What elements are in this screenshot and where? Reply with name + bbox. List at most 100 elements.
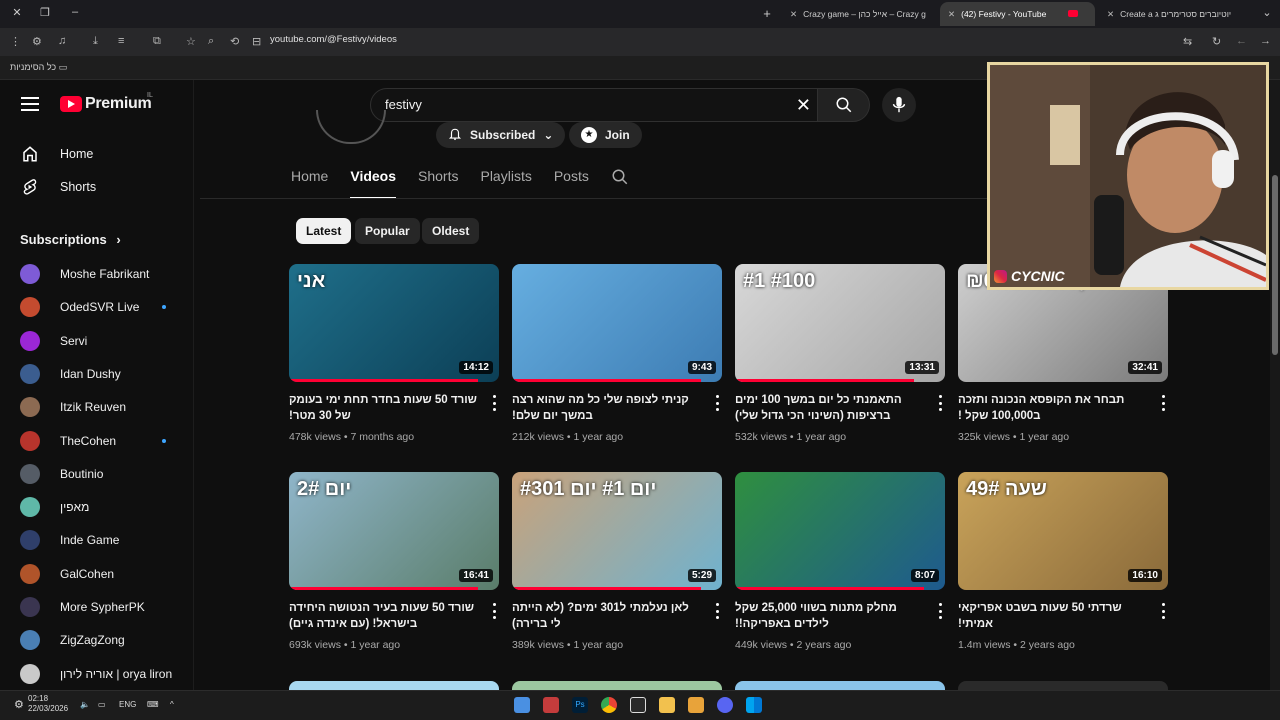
- download-icon[interactable]: ⤓: [93, 35, 98, 48]
- minimize-window-icon[interactable]: –: [66, 6, 84, 22]
- more-options-icon[interactable]: [712, 603, 722, 619]
- collections-icon[interactable]: ≡: [118, 35, 124, 47]
- close-tab-icon[interactable]: ✕: [1107, 2, 1114, 26]
- sidebar-subscription-item[interactable]: GalCohen: [20, 562, 180, 586]
- sidebar-item-home[interactable]: Home: [20, 142, 93, 166]
- sidebar-subscription-item[interactable]: Boutinio: [20, 462, 180, 486]
- extensions-puzzle-icon[interactable]: ⧉: [153, 35, 161, 48]
- video-card[interactable]: #301 יום #1 יום 5:29 לאן נעלמתי ל301 ימים?…: [512, 472, 722, 651]
- sidebar-subscription-item[interactable]: More SypherPK: [20, 595, 180, 619]
- youtube-premium-logo[interactable]: Premium IL: [60, 92, 153, 113]
- more-options-icon[interactable]: [489, 603, 499, 619]
- tab-crazy-game[interactable]: ✕ Crazy game – אייל כהן – Crazy g: [782, 2, 932, 26]
- subscribed-button[interactable]: Subscribed ⌄: [436, 122, 566, 148]
- sidebar-subscription-item[interactable]: OdedSVR Live: [20, 295, 180, 319]
- tab-youtube[interactable]: ✕ (42) Festivy - YouTube: [940, 2, 1095, 26]
- video-title[interactable]: קניתי לצופה שלי כל מה שהוא רצה במשך יום …: [512, 392, 702, 424]
- back-icon[interactable]: →: [1260, 35, 1271, 47]
- tray-chevron-icon[interactable]: ^: [170, 700, 174, 709]
- more-options-icon[interactable]: [1158, 395, 1168, 411]
- video-title[interactable]: תבחר את הקופסא הנכונה ותזכה ב100,000 שקל…: [958, 392, 1148, 424]
- video-title[interactable]: שורד 50 שעות בחדר תחת ימי בעומק של 30 מט…: [289, 392, 479, 424]
- video-card[interactable]: #1 #100 13:31 התאמנתי כל יום במשך 100 ימים…: [735, 264, 945, 443]
- join-button[interactable]: ★ Join: [569, 122, 642, 148]
- tab-list-chevron-icon[interactable]: ⌄: [1258, 6, 1276, 22]
- sidebar-subscription-item[interactable]: Servi: [20, 329, 180, 353]
- file-explorer-app-icon[interactable]: [659, 697, 675, 713]
- video-card[interactable]: יום 2# 16:41 שורד 50 שעות בעיר הנטושה היחי…: [289, 472, 499, 651]
- restore-window-icon[interactable]: ❐: [36, 6, 54, 22]
- tab-posts[interactable]: Posts: [554, 168, 589, 199]
- sidebar-subscription-item[interactable]: Moshe Fabrikant: [20, 262, 180, 286]
- sidebar-subscription-item[interactable]: Idan Dushy: [20, 362, 180, 386]
- notepad-app-icon[interactable]: [514, 697, 530, 713]
- tab-videos[interactable]: Videos: [350, 168, 397, 199]
- video-thumbnail[interactable]: יום 2# 16:41: [289, 472, 499, 590]
- more-options-icon[interactable]: [935, 395, 945, 411]
- share-icon[interactable]: ⟲: [230, 35, 239, 48]
- sidebar-subscription-item[interactable]: מאפין: [20, 495, 180, 519]
- more-options-icon[interactable]: [935, 603, 945, 619]
- forward-icon[interactable]: ←: [1236, 35, 1247, 47]
- taskbar-clock[interactable]: 02:18 22/03/2026: [28, 694, 68, 714]
- chrome-app-icon[interactable]: [601, 697, 617, 713]
- video-thumbnail[interactable]: שעה 49# 16:10: [958, 472, 1168, 590]
- video-thumbnail-partial[interactable]: [735, 681, 945, 690]
- video-thumbnail[interactable]: אני 14:12: [289, 264, 499, 382]
- epic-games-app-icon[interactable]: [630, 697, 646, 713]
- channel-search-icon[interactable]: [611, 168, 629, 199]
- sidebar-item-shorts[interactable]: Shorts: [20, 175, 96, 199]
- close-window-icon[interactable]: ✕: [8, 6, 26, 22]
- media-icon[interactable]: ♫: [58, 35, 66, 47]
- more-options-icon[interactable]: [712, 395, 722, 411]
- sidebar-subscription-item[interactable]: Itzik Reuven: [20, 395, 180, 419]
- video-thumbnail[interactable]: #1 #100 13:31: [735, 264, 945, 382]
- scrollbar-thumb[interactable]: [1272, 175, 1278, 355]
- video-thumbnail[interactable]: 9:43: [512, 264, 722, 382]
- all-bookmarks-link[interactable]: כל הסימניות ▭: [10, 62, 67, 73]
- clear-search-icon[interactable]: ✕: [796, 95, 811, 115]
- sidebar-subscription-item[interactable]: אוריה לירון | orya liron: [20, 662, 180, 686]
- tab-search-icon[interactable]: ⇆: [1183, 35, 1192, 48]
- video-title[interactable]: שרדתי 50 שעות בשבט אפריקאי אמיתי!: [958, 600, 1148, 632]
- windows-start-icon[interactable]: [746, 697, 762, 713]
- app-icon[interactable]: [688, 697, 704, 713]
- sidebar-subscription-item[interactable]: Inde Game: [20, 528, 180, 552]
- video-card[interactable]: 8:07 מחלק מתנות בשווי 25,000 שקל לילדים ב…: [735, 472, 945, 651]
- video-title[interactable]: לאן נעלמתי ל301 ימים? (לא הייתה לי ברירה…: [512, 600, 702, 632]
- close-tab-icon[interactable]: ✕: [948, 2, 955, 26]
- url-field[interactable]: youtube.com/@Festivy/videos: [270, 34, 397, 45]
- reload-icon[interactable]: ↻: [1212, 35, 1221, 48]
- page-scrollbar[interactable]: [1270, 80, 1280, 690]
- zoom-icon[interactable]: ⌕: [208, 35, 214, 48]
- video-card[interactable]: אני 14:12 שורד 50 שעות בחדר תחת ימי בעומק …: [289, 264, 499, 443]
- app-icon[interactable]: [543, 697, 559, 713]
- discord-app-icon[interactable]: [717, 697, 733, 713]
- tab-playlists[interactable]: Playlists: [480, 168, 531, 199]
- language-indicator[interactable]: ENG: [119, 700, 136, 709]
- channel-avatar[interactable]: [316, 110, 386, 144]
- more-options-icon[interactable]: [489, 395, 499, 411]
- tab-create[interactable]: ✕ Create a יוטיוברים סטרימרים ג: [1099, 2, 1249, 26]
- video-thumbnail-partial[interactable]: [289, 681, 499, 690]
- close-tab-icon[interactable]: ✕: [790, 2, 797, 26]
- photoshop-app-icon[interactable]: Ps: [572, 697, 588, 713]
- video-card[interactable]: 9:43 קניתי לצופה שלי כל מה שהוא רצה במשך …: [512, 264, 722, 443]
- video-title[interactable]: מחלק מתנות בשווי 25,000 שקל לילדים באפרי…: [735, 600, 925, 632]
- video-title[interactable]: שורד 50 שעות בעיר הנטושה היחידה בישראל! …: [289, 600, 479, 632]
- keyboard-icon[interactable]: ⌨: [147, 700, 159, 709]
- tab-home[interactable]: Home: [291, 168, 328, 199]
- more-options-icon[interactable]: [1158, 603, 1168, 619]
- filter-latest[interactable]: Latest: [296, 218, 352, 244]
- notification-icon[interactable]: ⚙: [14, 698, 24, 711]
- sidebar-subscription-item[interactable]: TheCohen: [20, 429, 180, 453]
- network-icon[interactable]: ▭: [98, 700, 106, 709]
- video-thumbnail[interactable]: 8:07: [735, 472, 945, 590]
- new-tab-icon[interactable]: +: [758, 6, 776, 22]
- menu-dots-icon[interactable]: ⋮: [10, 35, 21, 48]
- volume-icon[interactable]: 🔈: [80, 700, 90, 709]
- video-thumbnail[interactable]: #301 יום #1 יום 5:29: [512, 472, 722, 590]
- extension-icon[interactable]: ⚙: [32, 35, 42, 48]
- search-input[interactable]: [385, 97, 765, 112]
- video-thumbnail-partial[interactable]: [512, 681, 722, 690]
